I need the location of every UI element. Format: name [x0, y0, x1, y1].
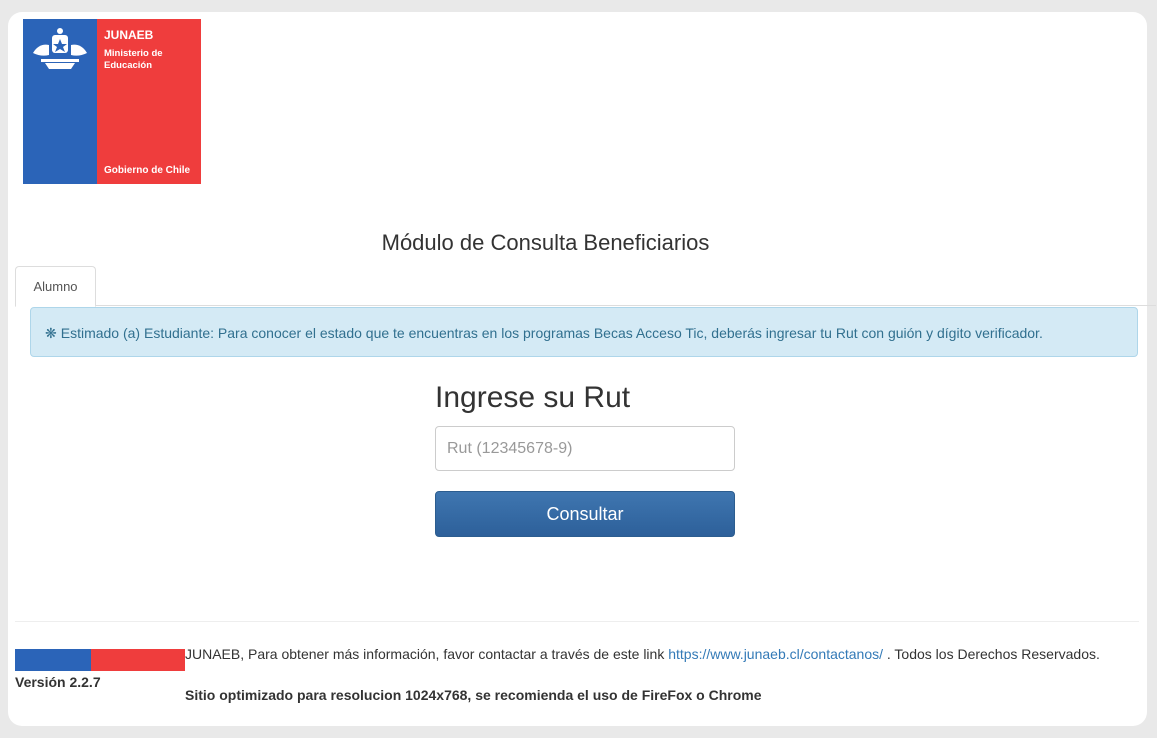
asterisk-icon: ❋ [45, 325, 57, 341]
logo-government: Gobierno de Chile [104, 165, 191, 176]
version-label: Versión 2.2.7 [15, 674, 101, 690]
tab-alumno[interactable]: Alumno [15, 266, 96, 307]
footer: JUNAEB, Para obtener más información, fa… [15, 643, 1125, 693]
footer-flag-bar [15, 649, 185, 671]
footer-divider [15, 621, 1139, 622]
tab-divider [15, 305, 1156, 306]
junaeb-logo: JUNAEB Ministerio de Educación Gobierno … [23, 19, 201, 184]
consultar-button[interactable]: Consultar [435, 491, 735, 537]
logo-ministry: Ministerio de Educación [104, 48, 163, 71]
logo-brand: JUNAEB [104, 28, 154, 42]
rut-heading: Ingrese su Rut [435, 381, 631, 414]
page-title: Módulo de Consulta Beneficiarios [381, 230, 710, 255]
footer-text: JUNAEB, Para obtener más información, fa… [185, 646, 669, 662]
main-card: JUNAEB Ministerio de Educación Gobierno … [8, 12, 1156, 726]
alert-text: Estimado (a) Estudiante: Para conocer el… [60, 325, 1043, 341]
logo-red-panel: JUNAEB Ministerio de Educación Gobierno … [97, 19, 201, 184]
rut-input[interactable] [435, 426, 735, 471]
footer-rights: . Todos los Derechos Reservados. [883, 646, 1100, 662]
optimized-note: Sitio optimizado para resolucion 1024x76… [185, 687, 762, 703]
info-alert: ❋ Estimado (a) Estudiante: Para conocer e… [30, 307, 1138, 357]
logo-blue-panel [23, 19, 97, 184]
contact-link[interactable]: https://www.junaeb.cl/contactanos/ [668, 646, 883, 662]
chile-coat-of-arms-icon [33, 28, 87, 69]
